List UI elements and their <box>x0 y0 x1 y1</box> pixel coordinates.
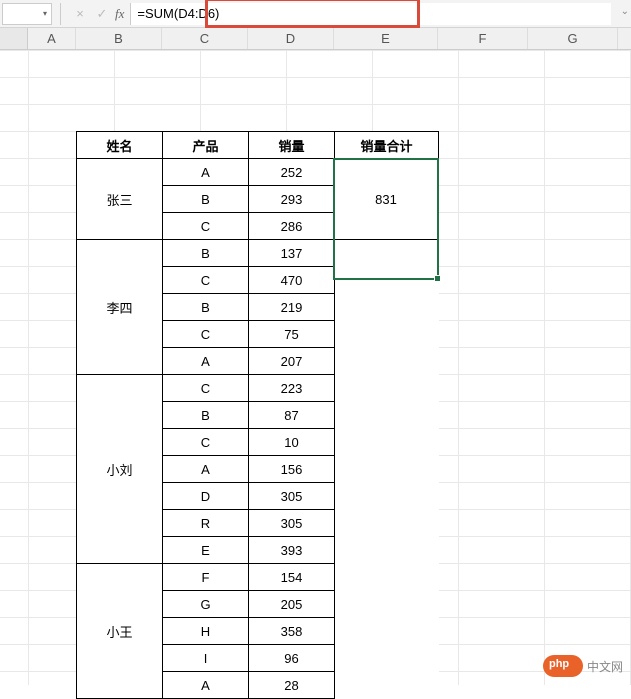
cell-product[interactable]: C <box>163 375 249 402</box>
fx-icon[interactable]: fx <box>115 6 124 22</box>
header-name[interactable]: 姓名 <box>77 132 163 159</box>
watermark: 中文网 <box>543 655 623 677</box>
header-product[interactable]: 产品 <box>163 132 249 159</box>
cell-sales[interactable]: 87 <box>249 402 335 429</box>
spreadsheet-grid[interactable]: 姓名 产品 销量 销量合计 张三 A 252 B 293 C 286 李四 B … <box>0 50 631 685</box>
table-header-row: 姓名 产品 销量 销量合计 <box>77 132 439 159</box>
header-total[interactable]: 销量合计 <box>335 132 439 159</box>
cell-sales[interactable]: 10 <box>249 429 335 456</box>
name-box[interactable]: ▾ <box>2 3 52 25</box>
column-header-B[interactable]: B <box>76 28 162 49</box>
cell-product[interactable]: B <box>163 402 249 429</box>
php-logo-icon <box>543 655 583 677</box>
expand-formula-bar-icon[interactable]: ⌄ <box>621 6 629 17</box>
cell-sales[interactable]: 393 <box>249 537 335 564</box>
cell-sales[interactable]: 207 <box>249 348 335 375</box>
column-header-C[interactable]: C <box>162 28 248 49</box>
cell-person[interactable]: 小王 <box>77 564 163 699</box>
cell-product[interactable]: C <box>163 213 249 240</box>
column-header-G[interactable]: G <box>528 28 618 49</box>
watermark-text: 中文网 <box>587 658 623 675</box>
cell-sales[interactable]: 156 <box>249 456 335 483</box>
cell-total-value[interactable]: 831 <box>334 159 438 240</box>
cell-person[interactable]: 小刘 <box>77 375 163 564</box>
cell-sales[interactable]: 223 <box>249 375 335 402</box>
cell-product[interactable]: A <box>163 159 249 186</box>
cell-person[interactable]: 张三 <box>77 159 163 240</box>
cell-sales[interactable]: 286 <box>249 213 335 240</box>
cell-sales[interactable]: 470 <box>249 267 335 294</box>
cell-sales[interactable]: 205 <box>249 591 335 618</box>
cell-sales[interactable]: 219 <box>249 294 335 321</box>
cell-person[interactable]: 李四 <box>77 240 163 375</box>
cell-product[interactable]: B <box>163 186 249 213</box>
divider <box>60 3 61 25</box>
cell-product[interactable]: B <box>163 240 249 267</box>
cell-product[interactable]: E <box>163 537 249 564</box>
cancel-button[interactable]: × <box>69 3 91 25</box>
cell-sales[interactable]: 75 <box>249 321 335 348</box>
cell-product[interactable]: C <box>163 321 249 348</box>
cell-sales[interactable]: 96 <box>249 645 335 672</box>
column-header-F[interactable]: F <box>438 28 528 49</box>
dropdown-arrow-icon: ▾ <box>43 9 47 18</box>
column-header-D[interactable]: D <box>248 28 334 49</box>
cell-product[interactable]: A <box>163 456 249 483</box>
cell-sales[interactable]: 28 <box>249 672 335 699</box>
header-sales[interactable]: 销量 <box>249 132 335 159</box>
column-header-A[interactable]: A <box>28 28 76 49</box>
cell-product[interactable]: B <box>163 294 249 321</box>
cell-product[interactable]: C <box>163 267 249 294</box>
cell-product[interactable]: A <box>163 348 249 375</box>
formula-bar: ▾ × ✓ fx =SUM(D4:D6) ⌄ <box>0 0 631 28</box>
formula-input[interactable]: =SUM(D4:D6) <box>130 3 611 25</box>
confirm-button[interactable]: ✓ <box>91 3 113 25</box>
cell-sales[interactable]: 137 <box>249 240 335 267</box>
select-all-corner[interactable] <box>0 28 28 49</box>
cell-product[interactable]: G <box>163 591 249 618</box>
column-header-E[interactable]: E <box>334 28 438 49</box>
cell-product[interactable]: F <box>163 564 249 591</box>
cell-sales[interactable]: 358 <box>249 618 335 645</box>
cell-product[interactable]: A <box>163 672 249 699</box>
formula-text: =SUM(D4:D6) <box>137 6 219 21</box>
cell-sales[interactable]: 252 <box>249 159 335 186</box>
cell-sales[interactable]: 305 <box>249 510 335 537</box>
cell-product[interactable]: H <box>163 618 249 645</box>
cell-product[interactable]: R <box>163 510 249 537</box>
column-headers: A B C D E F G <box>0 28 631 50</box>
cell-product[interactable]: C <box>163 429 249 456</box>
cell-sales[interactable]: 154 <box>249 564 335 591</box>
cell-sales[interactable]: 293 <box>249 186 335 213</box>
cell-product[interactable]: I <box>163 645 249 672</box>
cell-product[interactable]: D <box>163 483 249 510</box>
cell-sales[interactable]: 305 <box>249 483 335 510</box>
